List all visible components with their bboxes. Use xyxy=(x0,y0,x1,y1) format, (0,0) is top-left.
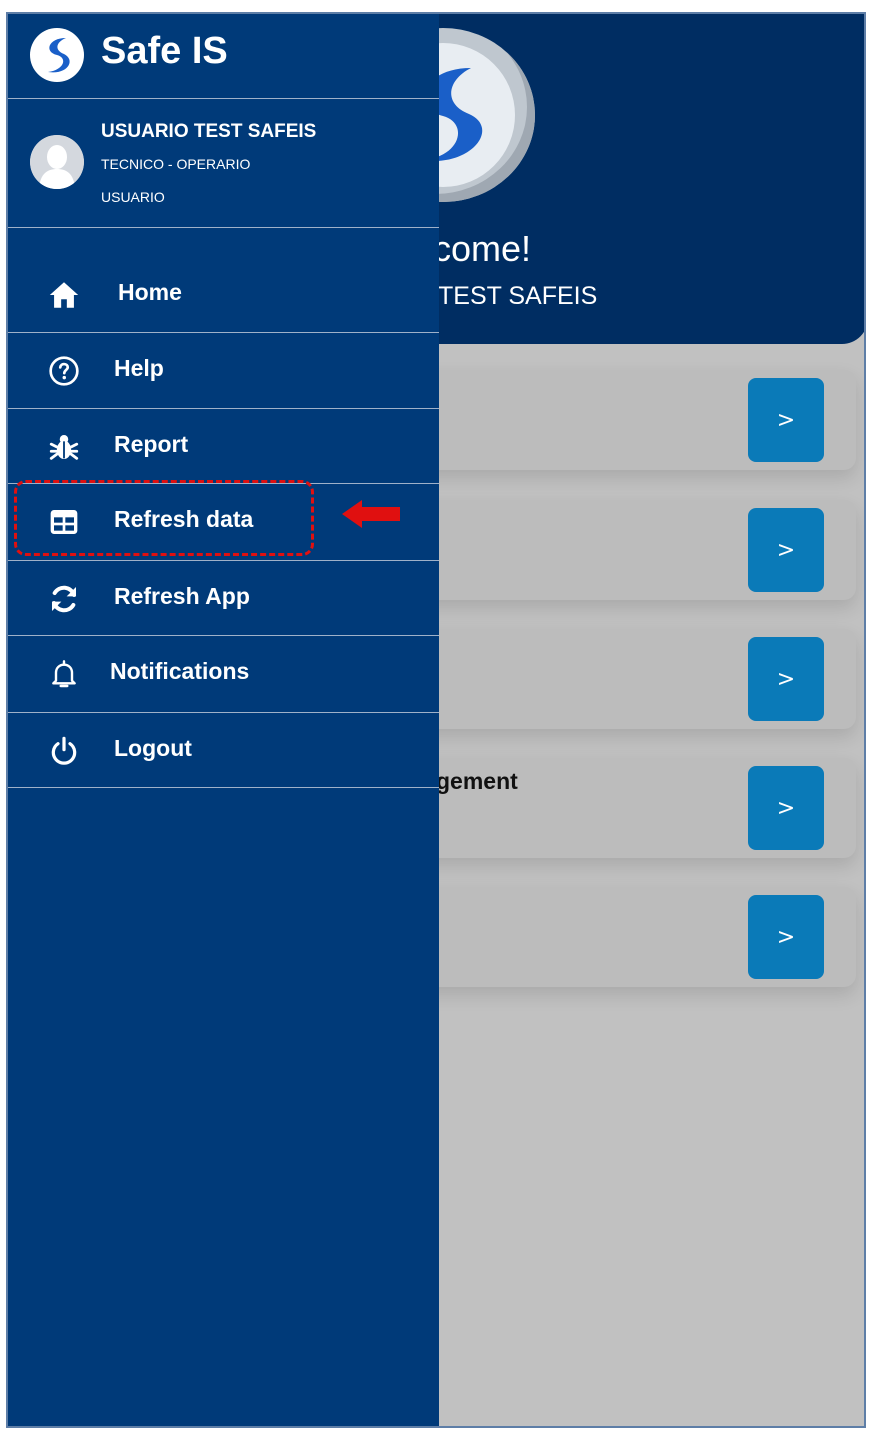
app-screen: come! TEST SAFEIS > > > gement > > Safe … xyxy=(6,12,866,1428)
open-module-button[interactable]: > xyxy=(748,637,824,721)
refresh-icon xyxy=(46,581,82,617)
menu-item-label: Help xyxy=(114,355,164,381)
open-module-button[interactable]: > xyxy=(748,766,824,850)
side-drawer: Safe IS USUARIO TEST SAFEIS TECNICO - OP… xyxy=(8,14,439,1426)
menu-item-label: Logout xyxy=(114,735,192,761)
bell-icon xyxy=(46,656,82,692)
user-profile: USUARIO TEST SAFEIS TECNICO - OPERARIO U… xyxy=(8,99,439,228)
menu-item-home[interactable]: Home xyxy=(8,257,439,333)
refresh-data-highlight xyxy=(14,480,314,556)
menu-item-label: Home xyxy=(118,279,182,305)
menu-item-label: Notifications xyxy=(110,658,250,684)
welcome-text: come! xyxy=(433,228,532,269)
open-module-button[interactable]: > xyxy=(748,378,824,462)
power-icon xyxy=(46,733,82,769)
app-name: Safe IS xyxy=(101,30,228,72)
open-module-button[interactable]: > xyxy=(748,508,824,592)
module-card[interactable]: > xyxy=(388,370,856,470)
user-type: USUARIO xyxy=(101,189,165,205)
module-card[interactable]: > xyxy=(388,887,856,987)
user-role: TECNICO - OPERARIO xyxy=(101,156,251,172)
module-card[interactable]: > xyxy=(388,500,856,600)
menu-item-refresh-app[interactable]: Refresh App xyxy=(8,561,439,636)
open-module-button[interactable]: > xyxy=(748,895,824,979)
menu-item-logout[interactable]: Logout xyxy=(8,713,439,788)
help-circle-icon xyxy=(46,353,82,389)
home-icon xyxy=(46,277,82,313)
safe-is-logo-icon xyxy=(30,28,84,82)
module-card[interactable]: > xyxy=(388,629,856,729)
module-card-label: gement xyxy=(436,768,518,794)
pointer-arrow-icon xyxy=(340,498,402,534)
module-card[interactable]: gement > xyxy=(388,758,856,858)
avatar xyxy=(30,135,84,189)
menu-item-report[interactable]: Report xyxy=(8,409,439,484)
bug-icon xyxy=(46,429,82,465)
welcome-user: TEST SAFEIS xyxy=(438,282,598,310)
user-name: USUARIO TEST SAFEIS xyxy=(101,121,317,142)
menu-item-label: Refresh App xyxy=(114,583,250,609)
menu-item-label: Report xyxy=(114,431,189,457)
menu-item-help[interactable]: Help xyxy=(8,333,439,409)
drawer-brand: Safe IS xyxy=(8,14,439,99)
menu-item-notifications[interactable]: Notifications xyxy=(8,636,439,713)
